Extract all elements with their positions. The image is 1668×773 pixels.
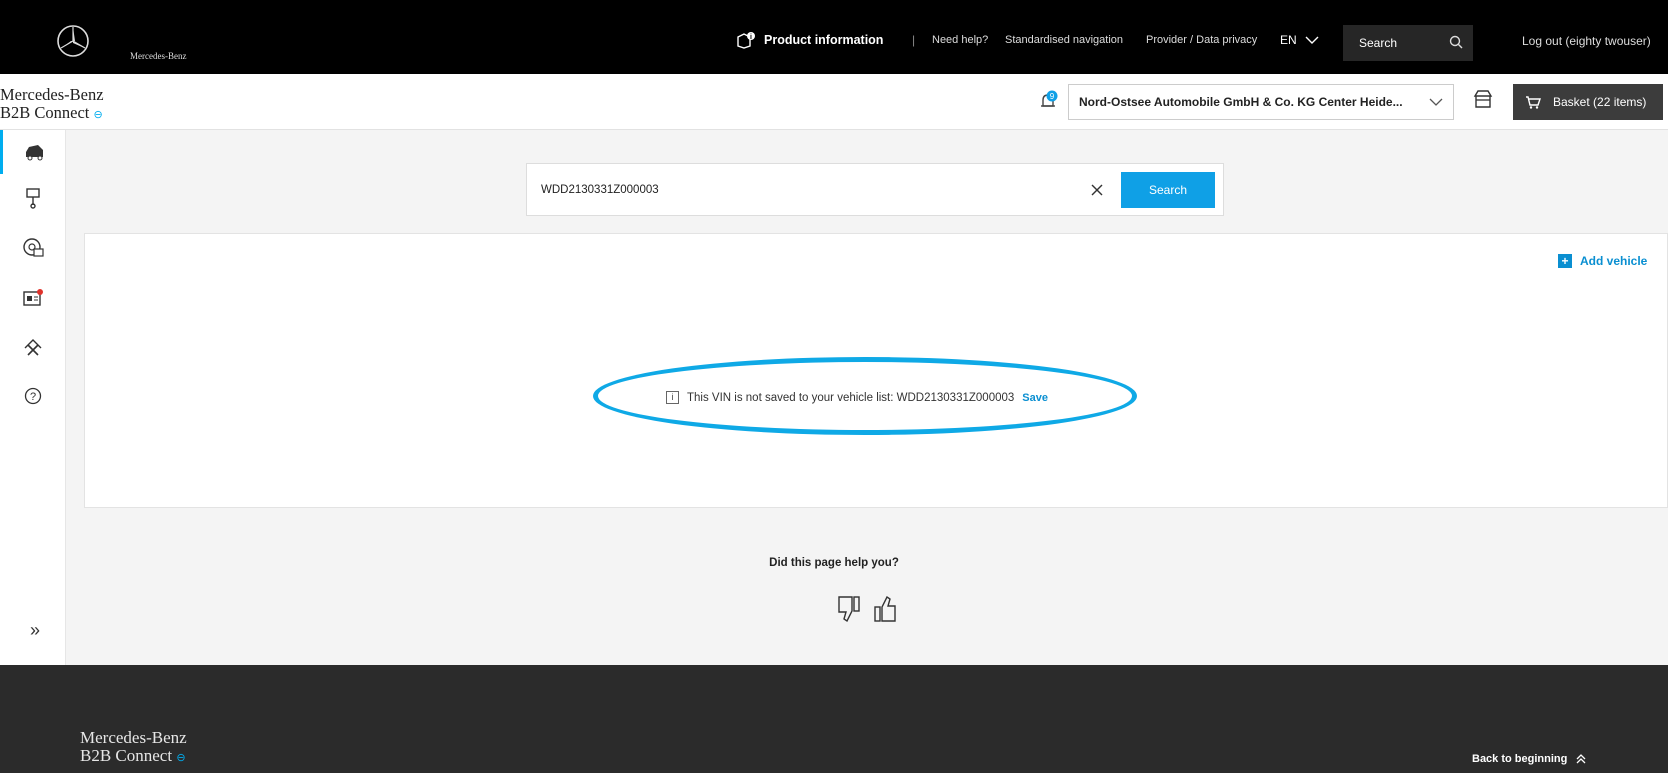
product-box-icon: i — [737, 32, 755, 49]
expand-sidebar-icon[interactable]: » — [30, 620, 40, 641]
question-circle-icon: ? — [24, 387, 42, 405]
sidebar-item-vehicle[interactable] — [0, 130, 66, 174]
chevron-down-icon — [1305, 36, 1319, 44]
sub-header: Mercedes-Benz B2B Connect ⊖ 9 Nord-Ostse… — [0, 74, 1668, 130]
cart-icon — [1526, 96, 1541, 109]
language-selector[interactable]: EN — [1280, 33, 1319, 47]
product-information-label: Product information — [764, 33, 884, 47]
link-icon: ⊖ — [176, 752, 186, 764]
vin-search-bar: Search — [526, 163, 1224, 216]
news-icon — [23, 289, 43, 306]
feedback-question: Did this page help you? — [769, 557, 899, 569]
store-icon[interactable] — [1472, 88, 1494, 110]
dealer-selected-value: Nord-Ostsee Automobile GmbH & Co. KG Cen… — [1079, 95, 1403, 109]
vin-not-saved-notice: i This VIN is not saved to your vehicle … — [666, 391, 1048, 404]
sidebar-item-parts[interactable] — [0, 176, 66, 220]
standardised-navigation-link[interactable]: Standardised navigation — [1005, 34, 1123, 46]
sidebar-item-diagnosis[interactable] — [0, 226, 66, 270]
car-icon — [25, 145, 43, 161]
notice-text: This VIN is not saved to your vehicle li… — [687, 391, 1015, 404]
close-icon — [1091, 184, 1103, 196]
notifications-button[interactable]: 9 — [1038, 90, 1060, 117]
basket-button[interactable]: Basket (22 items) — [1513, 84, 1663, 120]
logout-link[interactable]: Log out (eighty twouser) — [1522, 34, 1651, 48]
thumbs-up-icon[interactable] — [872, 595, 898, 623]
left-sidebar: ? » — [0, 130, 66, 665]
basket-label: Basket (22 items) — [1553, 95, 1647, 109]
bell-icon: 9 — [1041, 90, 1058, 107]
notification-count: 9 — [1050, 92, 1055, 101]
provider-data-privacy-link[interactable]: Provider / Data privacy — [1146, 34, 1257, 46]
sidebar-item-tools[interactable] — [0, 326, 66, 370]
language-label: EN — [1280, 33, 1297, 47]
wheel-monitor-icon — [23, 238, 44, 257]
footer: Mercedes-Benz B2B Connect ⊖ Back to begi… — [0, 665, 1668, 773]
top-bar: Mercedes-Benz i Product information | Ne… — [0, 0, 1668, 74]
global-search-placeholder: Search — [1359, 36, 1398, 50]
save-vin-link[interactable]: Save — [1022, 392, 1048, 404]
search-icon[interactable] — [1449, 35, 1463, 49]
nav-separator: | — [912, 33, 916, 47]
plus-icon: + — [1558, 254, 1572, 268]
back-to-beginning-link[interactable]: Back to beginning — [1472, 753, 1587, 765]
product-information-link[interactable]: i Product information — [736, 31, 883, 49]
footer-b2b-connect-logo[interactable]: Mercedes-Benz B2B Connect ⊖ — [80, 729, 187, 767]
add-vehicle-button[interactable]: + Add vehicle — [1558, 254, 1647, 268]
tools-icon — [24, 339, 42, 356]
global-search-input[interactable]: Search — [1343, 25, 1473, 61]
sidebar-item-help[interactable]: ? — [0, 374, 66, 418]
info-icon: i — [666, 391, 679, 404]
link-icon: ⊖ — [93, 109, 103, 121]
sidebar-item-messages[interactable] — [0, 276, 66, 320]
vin-search-input[interactable] — [541, 178, 1041, 202]
brand-line-2: B2B Connect — [0, 103, 90, 122]
need-help-link[interactable]: Need help? — [932, 34, 988, 46]
mercedes-star-logo[interactable] — [56, 24, 90, 58]
feedback-buttons — [836, 595, 898, 623]
footer-brand-line-1: Mercedes-Benz — [80, 728, 187, 747]
b2b-connect-logo[interactable]: Mercedes-Benz B2B Connect ⊖ — [0, 86, 104, 124]
brand-line-1: Mercedes-Benz — [0, 85, 104, 104]
thumbs-down-icon[interactable] — [836, 595, 862, 623]
svg-text:i: i — [750, 34, 752, 41]
vehicle-result-card: + Add vehicle — [84, 233, 1668, 508]
svg-text:?: ? — [30, 391, 36, 403]
double-chevron-up-icon — [1576, 754, 1586, 764]
back-to-beginning-label: Back to beginning — [1472, 753, 1568, 765]
piston-icon — [26, 188, 40, 209]
footer-brand-line-2: B2B Connect — [80, 746, 173, 765]
dealer-select[interactable]: Nord-Ostsee Automobile GmbH & Co. KG Cen… — [1068, 84, 1454, 120]
clear-search-button[interactable] — [1085, 178, 1109, 202]
chevron-down-icon — [1429, 98, 1443, 106]
add-vehicle-label: Add vehicle — [1580, 254, 1648, 268]
brand-small: Mercedes-Benz — [130, 51, 187, 61]
vin-search-button[interactable]: Search — [1121, 172, 1215, 208]
